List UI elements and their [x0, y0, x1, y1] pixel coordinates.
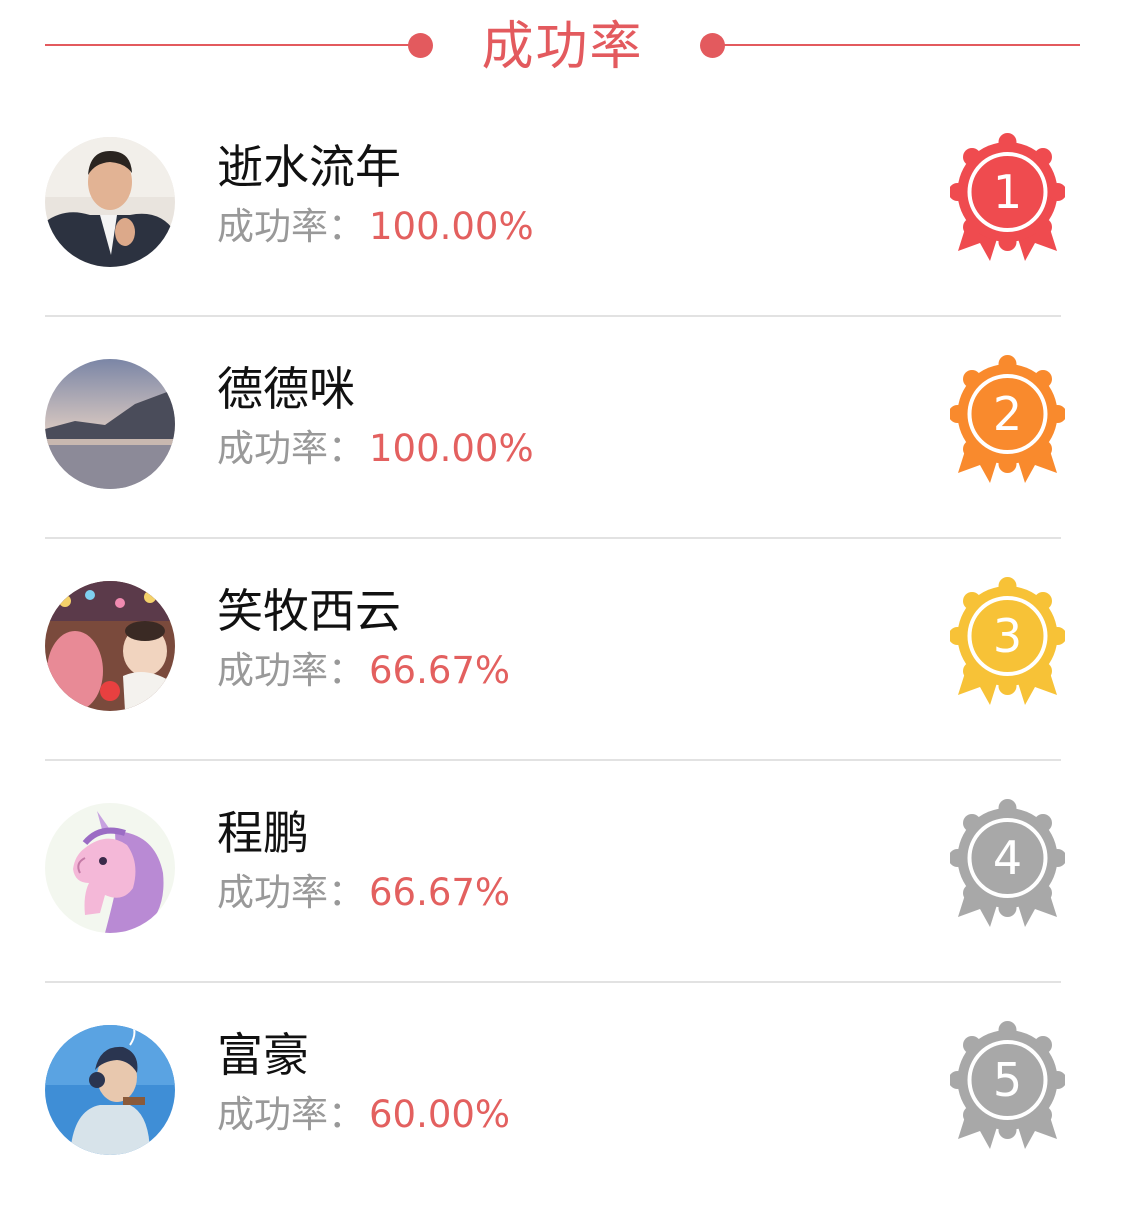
rank-medal-icon: 1	[950, 133, 1065, 263]
ranking-list: 逝水流年 成功率： 100.00% 1 德德咪 成功率： 100.00% 2 笑…	[0, 95, 1125, 1205]
header-line-right	[712, 44, 1080, 46]
success-rate: 成功率： 100.00%	[217, 424, 534, 474]
user-name: 德德咪	[217, 362, 355, 416]
ranking-row[interactable]: 笑牧西云 成功率： 66.67% 3	[0, 539, 1125, 761]
user-avatar[interactable]	[45, 803, 175, 933]
success-rate-label: 成功率：	[217, 1093, 365, 1136]
success-rate: 成功率： 66.67%	[217, 646, 510, 696]
user-name: 逝水流年	[217, 140, 401, 194]
header-dot-left	[408, 33, 433, 58]
success-rate-label: 成功率：	[217, 871, 365, 914]
success-rate-label: 成功率：	[217, 205, 365, 248]
rank-medal-icon: 5	[950, 1021, 1065, 1151]
success-rate-value: 66.67%	[369, 649, 511, 692]
success-rate: 成功率： 66.67%	[217, 868, 510, 918]
success-rate-value: 100.00%	[369, 205, 534, 248]
rank-medal-icon: 4	[950, 799, 1065, 929]
ranking-header: 成功率	[0, 0, 1125, 95]
page-title: 成功率	[481, 17, 644, 77]
ranking-row[interactable]: 逝水流年 成功率： 100.00% 1	[0, 95, 1125, 317]
user-avatar[interactable]	[45, 1025, 175, 1155]
success-rate-value: 66.67%	[369, 871, 511, 914]
rank-number: 1	[992, 165, 1023, 219]
success-rate-label: 成功率：	[217, 427, 365, 470]
ranking-row[interactable]: 程鹏 成功率： 66.67% 4	[0, 761, 1125, 983]
user-name: 笑牧西云	[217, 584, 401, 638]
user-name: 程鹏	[217, 806, 309, 860]
ranking-row[interactable]: 德德咪 成功率： 100.00% 2	[0, 317, 1125, 539]
rank-number: 3	[992, 609, 1023, 663]
success-rate-label: 成功率：	[217, 649, 365, 692]
rank-number: 4	[992, 831, 1023, 885]
user-avatar[interactable]	[45, 359, 175, 489]
rank-number: 2	[992, 387, 1023, 441]
success-rate: 成功率： 60.00%	[217, 1090, 510, 1140]
success-rate-value: 100.00%	[369, 427, 534, 470]
rank-medal-icon: 2	[950, 355, 1065, 485]
rank-medal-icon: 3	[950, 577, 1065, 707]
header-line-left	[45, 44, 420, 46]
ranking-row[interactable]: 富豪 成功率： 60.00% 5	[0, 983, 1125, 1205]
rank-number: 5	[992, 1053, 1023, 1107]
user-avatar[interactable]	[45, 137, 175, 267]
success-rate-value: 60.00%	[369, 1093, 511, 1136]
user-name: 富豪	[217, 1028, 309, 1082]
success-rate: 成功率： 100.00%	[217, 202, 534, 252]
user-avatar[interactable]	[45, 581, 175, 711]
